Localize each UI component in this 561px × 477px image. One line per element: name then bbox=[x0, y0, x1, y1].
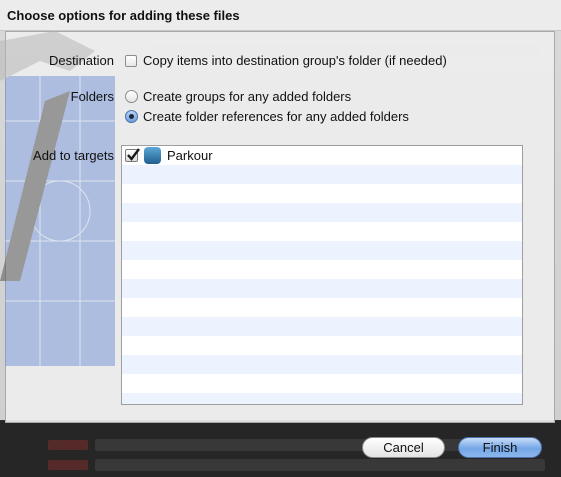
copy-items-option[interactable]: Copy items into destination group's fold… bbox=[125, 53, 447, 68]
list-row bbox=[122, 298, 522, 317]
list-row bbox=[122, 393, 522, 404]
create-groups-radio[interactable] bbox=[125, 90, 138, 103]
create-groups-option[interactable]: Create groups for any added folders bbox=[125, 89, 351, 104]
list-row bbox=[122, 317, 522, 336]
dialog-title: Choose options for adding these files bbox=[7, 8, 240, 23]
targets-list[interactable]: Parkour bbox=[121, 145, 523, 405]
copy-items-label[interactable]: Copy items into destination group's fold… bbox=[143, 53, 447, 68]
list-row bbox=[122, 279, 522, 298]
folders-label: Folders bbox=[70, 89, 114, 104]
list-row bbox=[122, 165, 522, 184]
xcode-hammer-watermark bbox=[0, 31, 115, 366]
create-folder-references-radio[interactable] bbox=[125, 110, 138, 123]
cancel-button[interactable]: Cancel bbox=[362, 437, 445, 458]
destination-label: Destination bbox=[48, 53, 114, 68]
copy-items-checkbox[interactable] bbox=[125, 54, 137, 67]
create-folder-references-label[interactable]: Create folder references for any added f… bbox=[143, 109, 409, 124]
list-row bbox=[122, 374, 522, 393]
list-row bbox=[122, 260, 522, 279]
app-target-icon bbox=[144, 147, 161, 164]
create-groups-label[interactable]: Create groups for any added folders bbox=[143, 89, 351, 104]
list-row bbox=[122, 184, 522, 203]
list-row bbox=[122, 203, 522, 222]
target-row-parkour[interactable]: Parkour bbox=[122, 146, 522, 165]
list-row bbox=[122, 336, 522, 355]
finish-button[interactable]: Finish bbox=[458, 437, 542, 458]
list-row bbox=[122, 355, 522, 374]
add-to-targets-label: Add to targets bbox=[33, 148, 114, 163]
list-row bbox=[122, 222, 522, 241]
create-folder-references-option[interactable]: Create folder references for any added f… bbox=[125, 109, 409, 124]
list-row bbox=[122, 241, 522, 260]
target-name: Parkour bbox=[167, 148, 213, 163]
dialog-title-bar: Choose options for adding these files bbox=[0, 0, 561, 31]
target-checkbox[interactable] bbox=[125, 148, 140, 162]
